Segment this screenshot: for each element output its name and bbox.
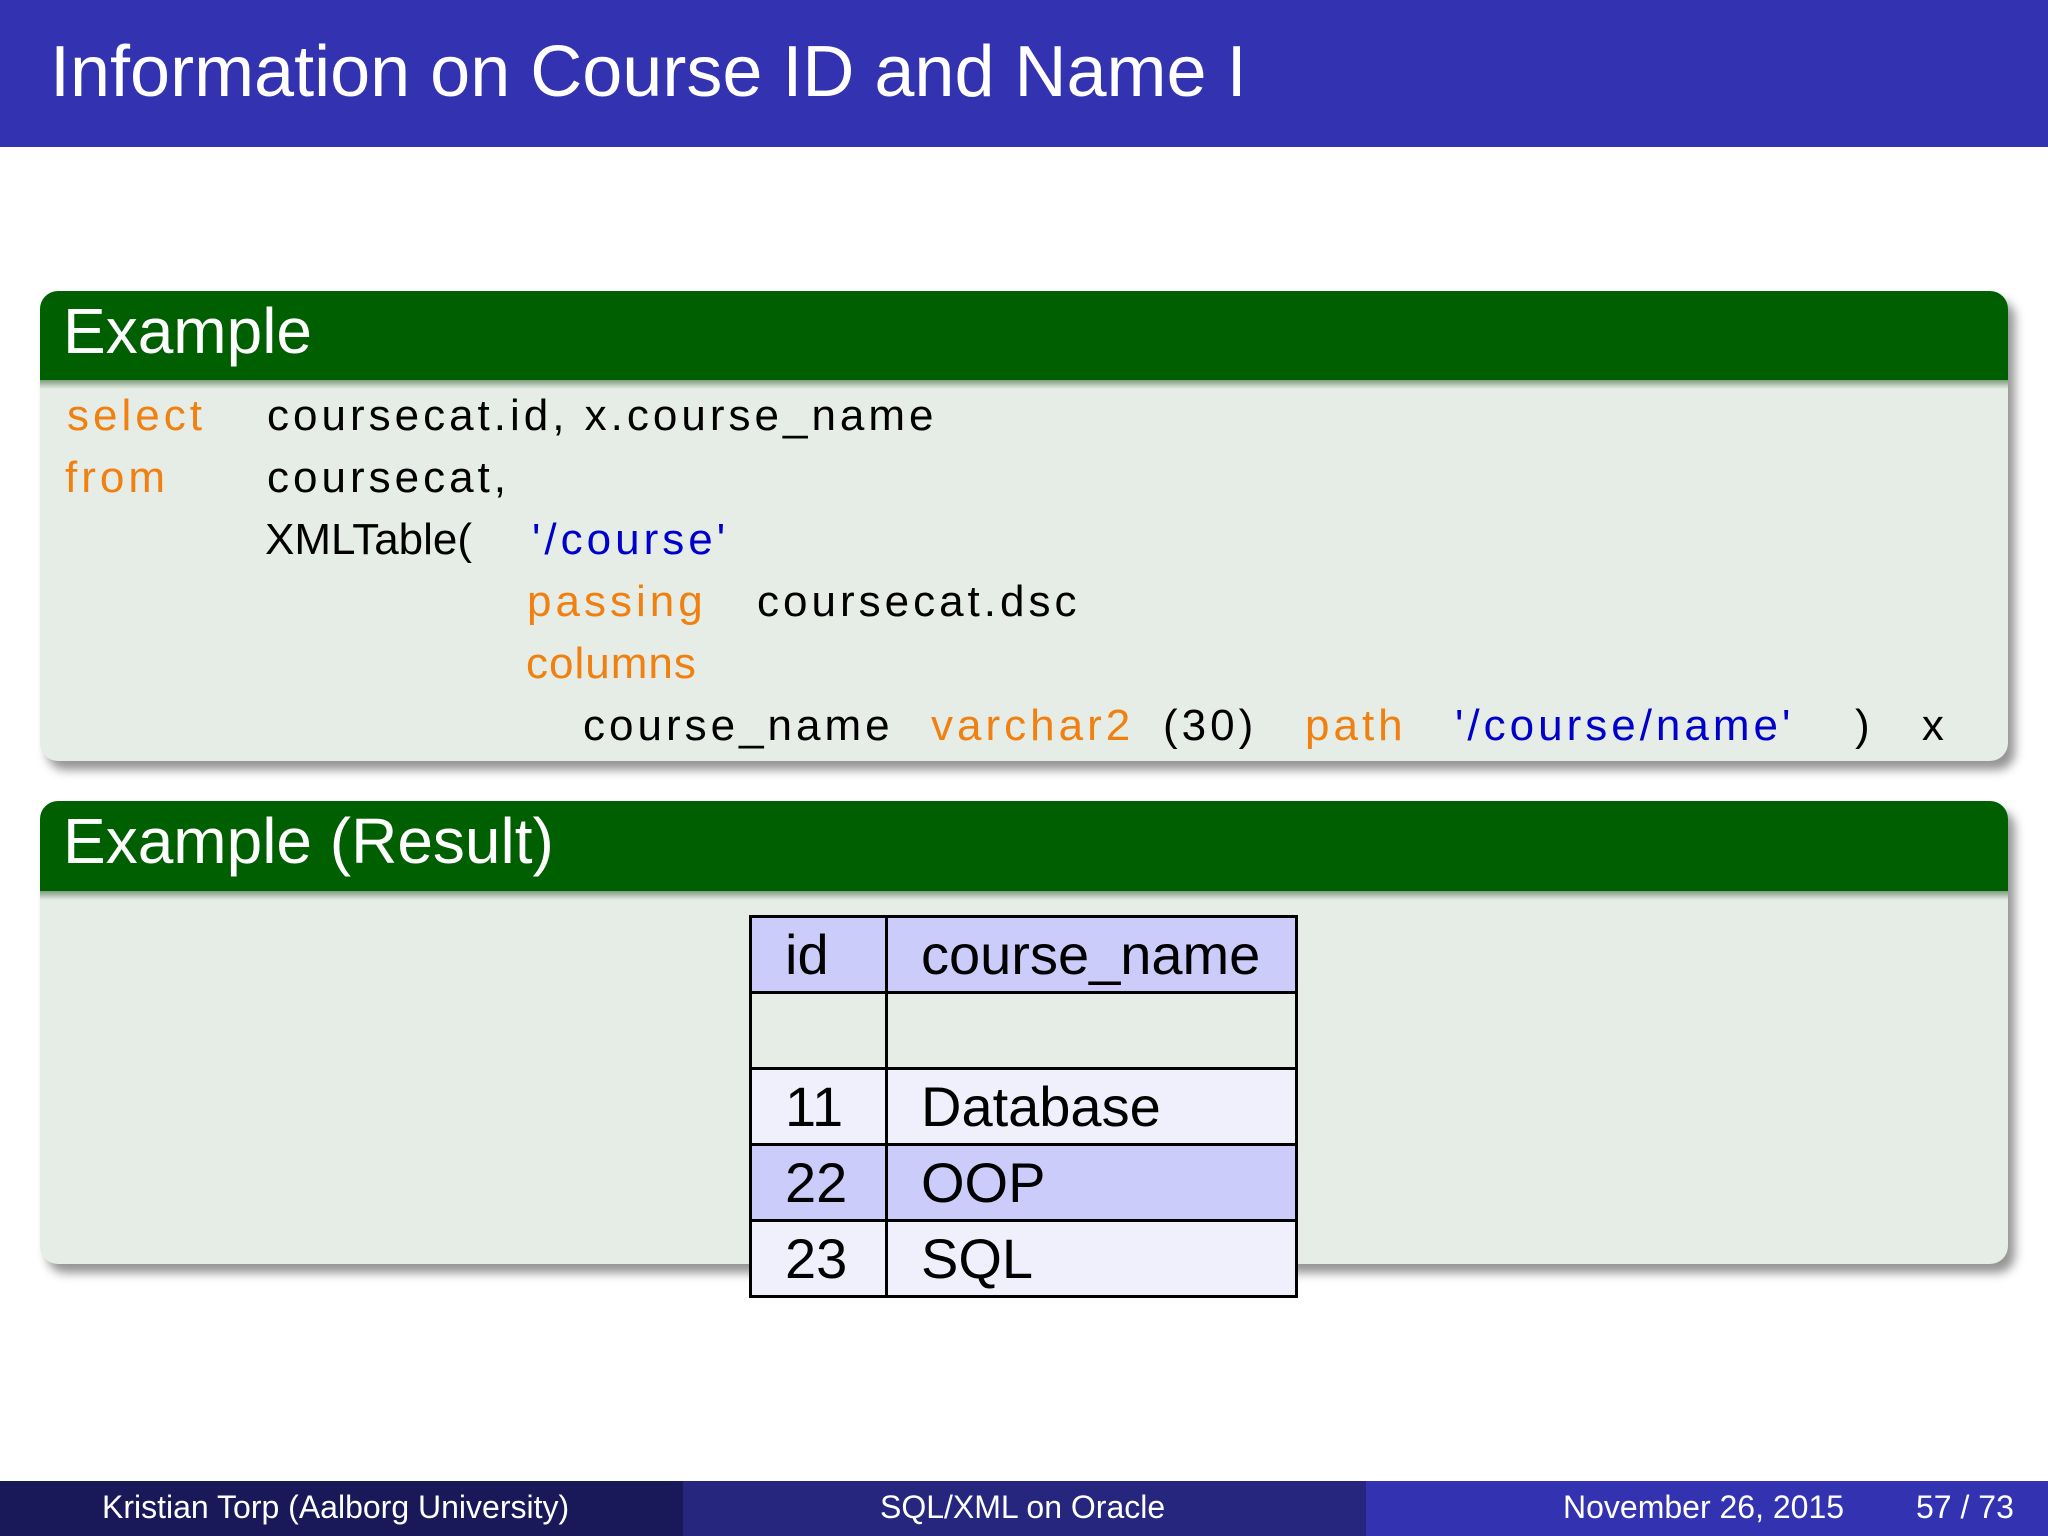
code-line-2: coursecat, [267, 453, 510, 502]
footer-topic: SQL/XML on Oracle [880, 1489, 1166, 1525]
table-row: 23 SQL [749, 1219, 1298, 1298]
footer-author-section: Kristian Torp (Aalborg University) [0, 1481, 683, 1536]
code-column-name: course_name [583, 701, 894, 750]
footer-page-number: 57 / 73 [1916, 1489, 2014, 1525]
table-separator [749, 991, 1298, 1070]
result-block-header: Example (Result) [40, 801, 2008, 900]
result-block-title: Example (Result) [63, 805, 554, 877]
code-line-6-end: ) x [1855, 701, 1964, 750]
code-string-course: '/course' [532, 515, 730, 564]
table-cell-course-name: Database [885, 1067, 1298, 1146]
slide-title: Information on Course ID and Name I [50, 32, 1247, 112]
code-line-1: coursecat.id, x.course_name [267, 391, 938, 440]
code-keyword-path: path [1305, 701, 1407, 750]
code-line-4: coursecat.dsc [757, 577, 1081, 626]
table-row: 22 OOP [749, 1143, 1298, 1222]
footer-topic-section: SQL/XML on Oracle [683, 1481, 1366, 1536]
code-keyword-passing: passing [527, 577, 707, 626]
footer-date: November 26, 2015 [1563, 1489, 1845, 1525]
table-cell-course-name: OOP [885, 1143, 1298, 1222]
code-keyword-select: select [67, 391, 206, 440]
table-cell-course-name: SQL [885, 1219, 1298, 1298]
code-keyword-columns: columns [526, 639, 697, 688]
example-block-title: Example [63, 295, 312, 367]
table-header-course-name: course_name [885, 915, 1298, 994]
footer-author: Kristian Torp (Aalborg University) [102, 1489, 570, 1525]
code-size: (30) [1163, 701, 1258, 750]
table-header-id: id [749, 915, 888, 994]
code-keyword-from: from [65, 453, 169, 502]
example-block-header: Example [40, 291, 2008, 389]
code-keyword-varchar2: varchar2 [931, 701, 1135, 750]
table-header-row: id course_name [749, 915, 1298, 994]
table-cell-id: 22 [749, 1143, 888, 1222]
result-table: id course_name 11 Database 22 OOP 23 SQL [749, 915, 1298, 1298]
code-xmltable: XMLTable( [265, 515, 473, 564]
table-row: 11 Database [749, 1067, 1298, 1146]
footer-date-section: November 26, 2015 57 / 73 [1366, 1481, 2048, 1536]
table-cell-id: 11 [749, 1067, 888, 1146]
title-bar: Information on Course ID and Name I [0, 0, 2048, 147]
code-string-path: '/course/name' [1455, 701, 1795, 750]
table-cell-id: 23 [749, 1219, 888, 1298]
footer: Kristian Torp (Aalborg University) SQL/X… [0, 1481, 2048, 1536]
